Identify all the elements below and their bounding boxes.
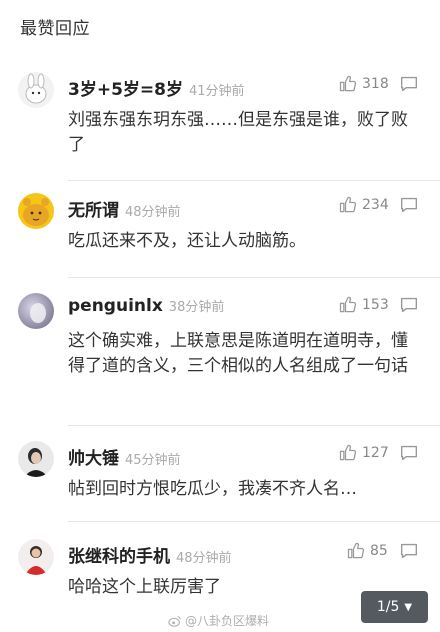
divider bbox=[68, 277, 440, 278]
author-name[interactable]: 张继科的手机 bbox=[68, 547, 170, 567]
thumbs-up-icon bbox=[347, 542, 365, 559]
comment-time: 48分钟前 bbox=[125, 205, 181, 220]
avatar[interactable] bbox=[18, 72, 54, 108]
avatar[interactable] bbox=[18, 441, 54, 477]
comment-item: 无所谓 48分钟前 234 吃瓜还来不及，还让人动脑筋。 bbox=[0, 193, 440, 293]
author-name[interactable]: 帅大锤 bbox=[68, 449, 119, 469]
like-count: 127 bbox=[362, 445, 389, 461]
like-button[interactable]: 153 bbox=[338, 293, 389, 317]
comment-item: 帅大锤 45分钟前 127 帖到回时方恨吃瓜少，我凑不齐人名… bbox=[0, 441, 440, 541]
comment-text: 吃瓜还来不及，还让人动脑筋。 bbox=[68, 231, 306, 251]
thumbs-up-icon bbox=[339, 444, 357, 461]
divider bbox=[68, 425, 440, 426]
comment-item: 3岁+5岁=8岁 41分钟前 318 刘强东强东玥东强……但是东强是谁，败了败了 bbox=[0, 72, 440, 182]
reply-button[interactable] bbox=[398, 540, 420, 562]
like-count: 153 bbox=[362, 297, 389, 313]
thumbs-up-icon bbox=[339, 196, 357, 213]
page-selector[interactable]: 1/5 ▼ bbox=[361, 591, 428, 623]
comment-author[interactable]: 帅大锤 45分钟前 bbox=[68, 444, 181, 469]
reply-button[interactable] bbox=[398, 442, 420, 464]
reply-button[interactable] bbox=[398, 294, 420, 316]
like-count: 318 bbox=[362, 76, 389, 92]
like-button[interactable]: 127 bbox=[338, 441, 389, 465]
watermark-text: @八卦负区爆料 bbox=[185, 614, 270, 628]
comment-author[interactable]: 张继科的手机 48分钟前 bbox=[68, 542, 232, 567]
like-button[interactable]: 318 bbox=[338, 72, 389, 96]
author-name[interactable]: 3岁+5岁=8岁 bbox=[68, 80, 183, 100]
like-button[interactable]: 85 bbox=[346, 539, 388, 563]
author-name[interactable]: penguinlx bbox=[68, 296, 163, 316]
comment-author[interactable]: 3岁+5岁=8岁 41分钟前 bbox=[68, 75, 245, 100]
section-title: 最赞回应 bbox=[20, 19, 90, 39]
reply-button[interactable] bbox=[398, 73, 420, 95]
comment-text: 这个确实难，上联意思是陈道明在道明寺，懂得了道的含义，三个相似的人名组成了一句话 bbox=[68, 331, 408, 376]
like-count: 234 bbox=[362, 197, 389, 213]
comment-bubble-icon bbox=[400, 543, 418, 559]
chevron-down-icon: ▼ bbox=[404, 601, 413, 613]
comment-text: 帖到回时方恨吃瓜少，我凑不齐人名… bbox=[68, 479, 357, 499]
page-indicator: 1/5 bbox=[376, 599, 400, 615]
thumbs-up-icon bbox=[339, 75, 357, 92]
comment-time: 38分钟前 bbox=[168, 300, 225, 315]
comment-bubble-icon bbox=[400, 297, 418, 313]
thumbs-up-icon bbox=[339, 296, 357, 313]
like-button[interactable]: 234 bbox=[338, 193, 389, 217]
like-count: 85 bbox=[370, 543, 388, 559]
reply-button[interactable] bbox=[398, 194, 420, 216]
comment-text: 刘强东强东玥东强……但是东强是谁，败了败了 bbox=[68, 110, 408, 155]
weibo-logo-icon bbox=[168, 615, 181, 627]
avatar[interactable] bbox=[18, 293, 54, 329]
avatar[interactable] bbox=[18, 193, 54, 229]
comment-time: 48分钟前 bbox=[176, 551, 232, 566]
comment-time: 41分钟前 bbox=[188, 84, 245, 99]
comment-bubble-icon bbox=[400, 197, 418, 213]
author-name[interactable]: 无所谓 bbox=[68, 201, 119, 221]
divider bbox=[68, 521, 440, 522]
divider bbox=[68, 180, 440, 181]
comment-item: penguinlx 38分钟前 153 这个确实难，上联意思是陈道明在道明寺，懂得… bbox=[0, 293, 440, 433]
watermark: @八卦负区爆料 bbox=[168, 612, 269, 629]
comment-time: 45分钟前 bbox=[125, 453, 181, 468]
comment-author[interactable]: 无所谓 48分钟前 bbox=[68, 196, 181, 221]
avatar[interactable] bbox=[18, 539, 54, 575]
comment-bubble-icon bbox=[400, 445, 418, 461]
comment-author[interactable]: penguinlx 38分钟前 bbox=[68, 296, 224, 316]
comment-bubble-icon bbox=[400, 76, 418, 92]
